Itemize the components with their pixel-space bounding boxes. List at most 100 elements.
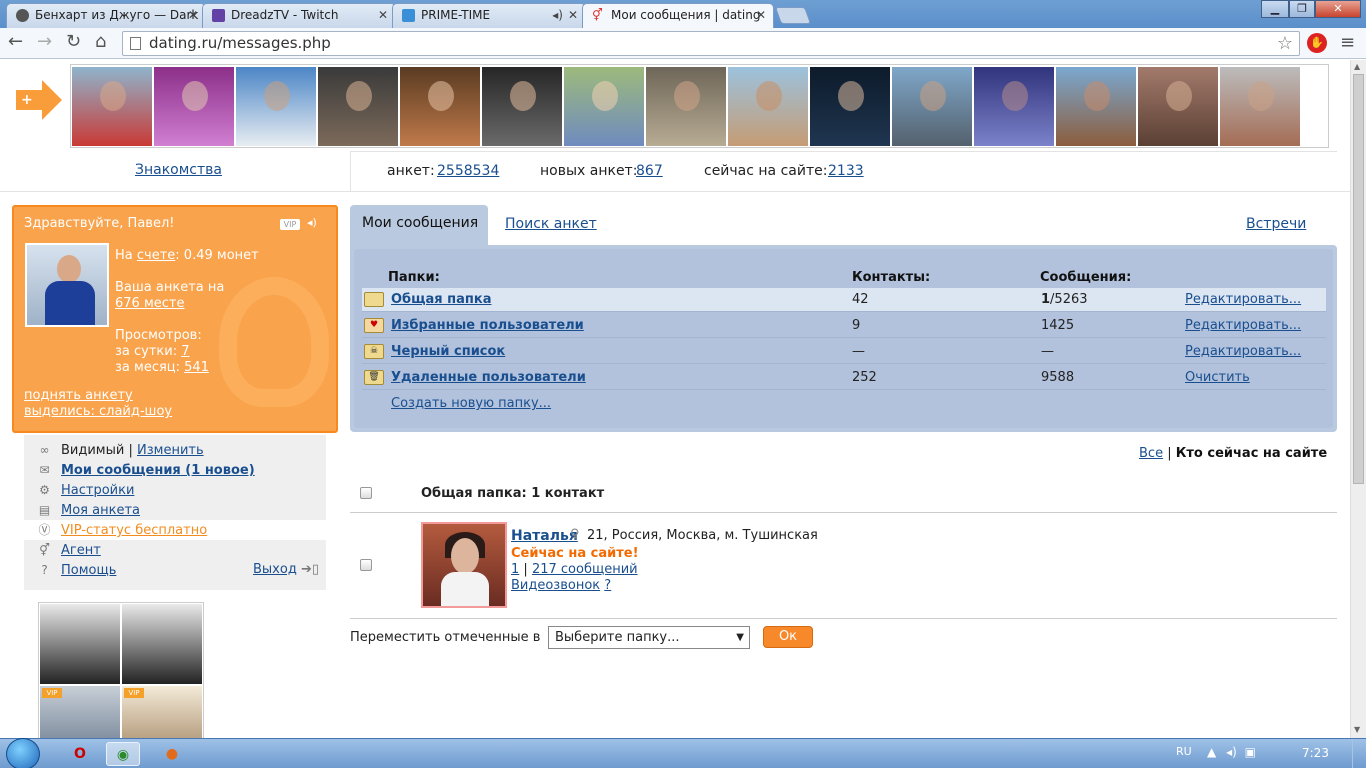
tray-arrow-icon[interactable]: ▲ (1207, 745, 1216, 759)
browser-tab-prime-time[interactable]: PRIME-TIME ◂) ✕ (392, 3, 586, 28)
menu-item-settings[interactable]: ⚙ Настройки (36, 480, 134, 500)
back-arrow-icon[interactable]: ← (8, 31, 23, 53)
tab-my-messages[interactable]: Мои сообщения (350, 205, 488, 247)
chrome-menu-icon[interactable]: ≡ (1340, 32, 1355, 53)
arrow-right-icon[interactable]: + (16, 80, 62, 120)
close-tab-icon[interactable]: ✕ (378, 4, 388, 26)
member-photo[interactable] (1220, 67, 1300, 146)
filter-all-link[interactable]: Все (1139, 446, 1163, 461)
menu-item-help[interactable]: ? Помощь (36, 560, 116, 580)
close-tab-icon[interactable]: ✕ (568, 4, 578, 26)
bookmark-star-icon[interactable]: ☆ (1277, 32, 1293, 55)
close-tab-icon[interactable]: ✕ (756, 4, 766, 26)
menu-item-vip[interactable]: Ⓥ VIP-статус бесплатно (24, 520, 326, 540)
reload-icon[interactable]: ↻ (66, 31, 81, 53)
member-photo[interactable] (72, 67, 152, 146)
contact-name-link[interactable]: Наталья (511, 528, 578, 544)
browser-tab-dating[interactable]: ⚥ Мои сообщения | dating ✕ (582, 3, 774, 28)
forward-arrow-icon[interactable]: → (37, 31, 52, 53)
windows-taskbar: O ◉ ● RU ▲ ◂) ▣ 7:23 (0, 738, 1366, 768)
close-window-button[interactable]: ✕ (1315, 0, 1361, 18)
folder-row-favorites[interactable]: ♥ Избранные пользователи 9 1425 Редактир… (362, 314, 1326, 338)
member-photo[interactable] (728, 67, 808, 146)
contact-checkbox[interactable] (360, 559, 372, 571)
ok-button[interactable]: Ок (763, 626, 813, 648)
tab-meetings[interactable]: Встречи (1246, 216, 1306, 232)
create-folder-link[interactable]: Создать новую папку... (391, 396, 551, 411)
member-photo[interactable] (482, 67, 562, 146)
folder-select[interactable]: Выберите папку... ▼ (548, 626, 750, 649)
home-icon[interactable]: ⌂ (95, 31, 106, 53)
close-tab-icon[interactable]: ✕ (188, 4, 198, 26)
member-photo[interactable] (154, 67, 234, 146)
views-month-link[interactable]: 541 (184, 360, 209, 375)
video-call-link[interactable]: Видеозвонок (511, 578, 600, 593)
sound-icon[interactable]: ◂) (307, 216, 317, 229)
browser-tab-strip: Бенхарт из Джуго — Dark ✕ DreadzTV - Twi… (0, 0, 1366, 28)
member-photo[interactable] (400, 67, 480, 146)
menu-item-messages[interactable]: ✉ Мои сообщения (1 новое) (36, 460, 254, 480)
profiles-count-link[interactable]: 2558534 (437, 163, 499, 179)
opera-icon[interactable]: O (63, 742, 97, 766)
member-photo[interactable] (810, 67, 890, 146)
adblock-extension-icon[interactable]: ✋ (1307, 33, 1327, 53)
minimize-button[interactable]: ▁ (1261, 0, 1289, 18)
maximize-button[interactable]: ❐ (1289, 0, 1315, 18)
browser-tab-twitch[interactable]: DreadzTV - Twitch ✕ (202, 3, 396, 28)
member-photo[interactable] (892, 67, 972, 146)
profile-avatar[interactable] (25, 243, 109, 327)
chrome-icon[interactable]: ◉ (106, 742, 140, 766)
menu-item-agent[interactable]: ⚥ Агент (36, 540, 101, 560)
new-tab-button[interactable] (774, 7, 812, 24)
member-photo[interactable] (646, 67, 726, 146)
scroll-up-icon[interactable]: ▲ (1354, 62, 1360, 71)
slideshow-link[interactable]: выделись: слайд-шоу (24, 404, 172, 419)
folder-row-blacklist[interactable]: ☠ Черный список — — Редактировать... (362, 340, 1326, 364)
browser-tab-dark-souls[interactable]: Бенхарт из Джуго — Dark ✕ (6, 3, 206, 28)
select-all-checkbox[interactable] (360, 487, 372, 499)
firefox-icon[interactable]: ● (155, 742, 189, 766)
filter-online-label[interactable]: Кто сейчас на сайте (1176, 446, 1327, 461)
video-help-link[interactable]: ? (604, 578, 611, 593)
balance-link[interactable]: счете (137, 248, 175, 263)
start-button[interactable] (6, 738, 40, 768)
thumbnail-photo[interactable] (122, 604, 202, 684)
clock[interactable]: 7:23 (1302, 746, 1329, 760)
scroll-thumb[interactable] (1353, 74, 1364, 484)
contact-photo[interactable] (421, 522, 507, 608)
vip-badge-icon[interactable]: VIP (280, 219, 300, 230)
znakomstva-link[interactable]: Знакомства (135, 162, 222, 178)
member-photo[interactable] (236, 67, 316, 146)
thumbnail-photo[interactable] (40, 604, 120, 684)
folder-row-general[interactable]: Общая папка 42 1/5263 Редактировать... (362, 288, 1326, 312)
edit-folder-link[interactable]: Редактировать... (1185, 292, 1301, 307)
edit-folder-link[interactable]: Редактировать... (1185, 318, 1301, 333)
scroll-down-icon[interactable]: ▼ (1354, 725, 1360, 734)
views-day-link[interactable]: 7 (181, 344, 189, 359)
member-photo[interactable] (1138, 67, 1218, 146)
show-desktop-button[interactable] (1352, 739, 1366, 768)
edit-folder-link[interactable]: Редактировать... (1185, 344, 1301, 359)
network-icon[interactable]: ▣ (1245, 745, 1256, 759)
online-count-link[interactable]: 2133 (828, 163, 864, 179)
all-messages-link[interactable]: 217 сообщений (532, 562, 638, 577)
change-visibility-link[interactable]: Изменить (137, 443, 204, 458)
member-photo[interactable] (1056, 67, 1136, 146)
clear-folder-link[interactable]: Очистить (1185, 370, 1250, 385)
language-indicator[interactable]: RU (1176, 745, 1192, 758)
address-bar[interactable]: dating.ru/messages.php ☆ (122, 31, 1300, 56)
vertical-scrollbar[interactable]: ▲ ▼ (1350, 60, 1366, 738)
member-photo[interactable] (318, 67, 398, 146)
raise-profile-link[interactable]: поднять анкету (24, 388, 133, 403)
menu-item-my-profile[interactable]: ▤ Моя анкета (36, 500, 140, 520)
rank-link[interactable]: 676 месте (115, 296, 184, 311)
new-profiles-count-link[interactable]: 867 (636, 163, 663, 179)
new-messages-link[interactable]: 1 (511, 562, 519, 577)
logout-link[interactable]: Выход ➔▯ (253, 560, 319, 580)
folder-row-deleted[interactable]: 🗑 Удаленные пользователи 252 9588 Очисти… (362, 366, 1326, 390)
envelope-icon: ✉ (39, 463, 50, 477)
member-photo[interactable] (974, 67, 1054, 146)
member-photo[interactable] (564, 67, 644, 146)
volume-icon[interactable]: ◂) (1226, 745, 1237, 759)
tab-search-profiles[interactable]: Поиск анкет (505, 216, 597, 232)
